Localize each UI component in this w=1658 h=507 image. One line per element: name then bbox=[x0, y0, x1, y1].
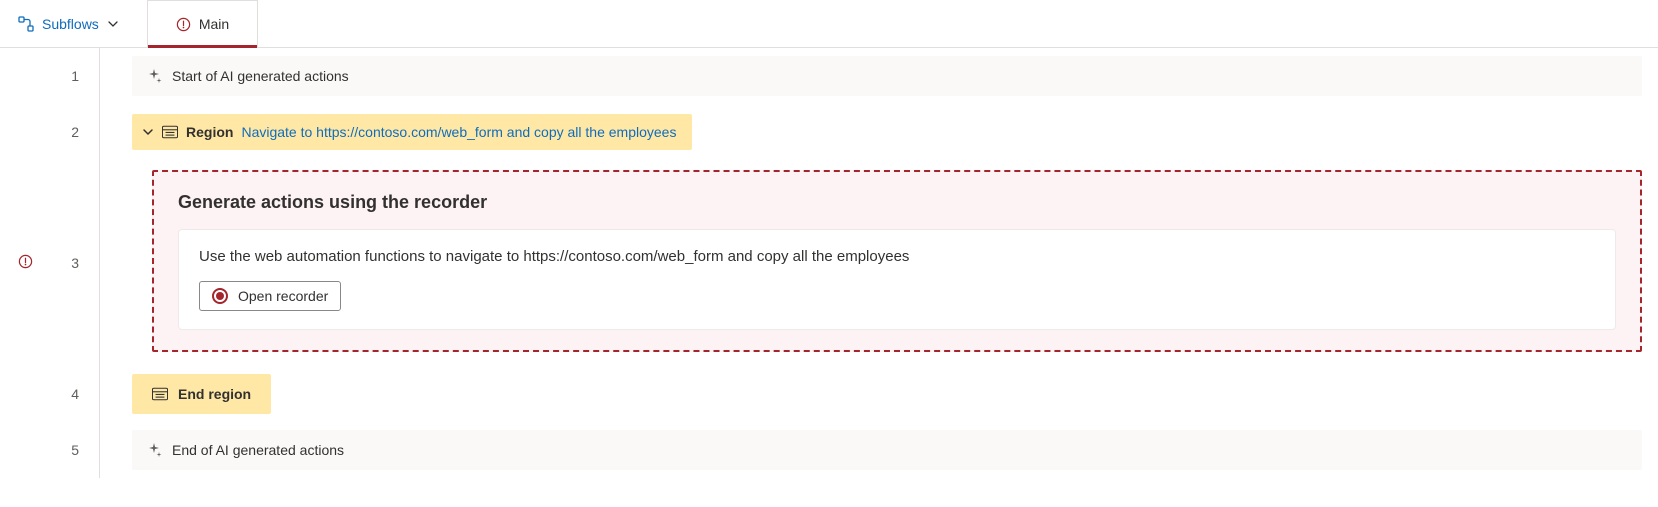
action-row[interactable]: End of AI generated actions bbox=[100, 422, 1642, 478]
sparkle-icon bbox=[146, 442, 162, 458]
open-recorder-label: Open recorder bbox=[238, 288, 328, 304]
line-number: 1 bbox=[0, 48, 99, 104]
subflows-dropdown[interactable]: Subflows bbox=[0, 0, 137, 47]
action-row[interactable]: Generate actions using the recorder Use … bbox=[100, 160, 1642, 366]
region-start-block: Region Navigate to https://contoso.com/w… bbox=[132, 114, 692, 150]
line-number: 2 bbox=[0, 104, 99, 160]
line-number: 5 bbox=[0, 422, 99, 478]
action-row[interactable]: Start of AI generated actions bbox=[100, 48, 1642, 104]
subflows-label: Subflows bbox=[42, 16, 99, 32]
region-icon bbox=[162, 125, 178, 139]
recorder-inner: Use the web automation functions to navi… bbox=[178, 229, 1616, 330]
flow-content: Start of AI generated actions Region Nav… bbox=[100, 48, 1658, 478]
region-end-block: End region bbox=[132, 374, 271, 414]
record-icon bbox=[212, 288, 228, 304]
top-bar: Subflows Main bbox=[0, 0, 1658, 48]
recorder-title: Generate actions using the recorder bbox=[178, 192, 1616, 213]
error-icon bbox=[176, 17, 191, 32]
recorder-card: Generate actions using the recorder Use … bbox=[152, 170, 1642, 352]
region-icon bbox=[152, 387, 168, 401]
ai-start-text: Start of AI generated actions bbox=[172, 68, 349, 84]
line-number: 3 bbox=[0, 160, 99, 366]
flow-area: 1 2 3 4 5 Start of AI generated actions bbox=[0, 48, 1658, 478]
action-row[interactable]: Region Navigate to https://contoso.com/w… bbox=[100, 104, 1642, 160]
region-description: Navigate to https://contoso.com/web_form… bbox=[241, 124, 676, 140]
action-row[interactable]: End region bbox=[100, 366, 1642, 422]
line-gutter: 1 2 3 4 5 bbox=[0, 48, 100, 478]
region-label: Region bbox=[186, 124, 233, 140]
line-number: 4 bbox=[0, 366, 99, 422]
ai-end-text: End of AI generated actions bbox=[172, 442, 344, 458]
ai-start-block: Start of AI generated actions bbox=[132, 56, 1642, 96]
flow-icon bbox=[18, 16, 34, 32]
sparkle-icon bbox=[146, 68, 162, 84]
open-recorder-button[interactable]: Open recorder bbox=[199, 281, 341, 311]
end-region-text: End region bbox=[178, 386, 251, 402]
chevron-down-icon[interactable] bbox=[142, 126, 154, 138]
tab-main-label: Main bbox=[199, 16, 229, 32]
recorder-instruction: Use the web automation functions to navi… bbox=[199, 248, 1595, 265]
tab-main[interactable]: Main bbox=[147, 0, 258, 47]
chevron-down-icon bbox=[107, 18, 119, 30]
error-icon bbox=[18, 254, 33, 272]
ai-end-block: End of AI generated actions bbox=[132, 430, 1642, 470]
